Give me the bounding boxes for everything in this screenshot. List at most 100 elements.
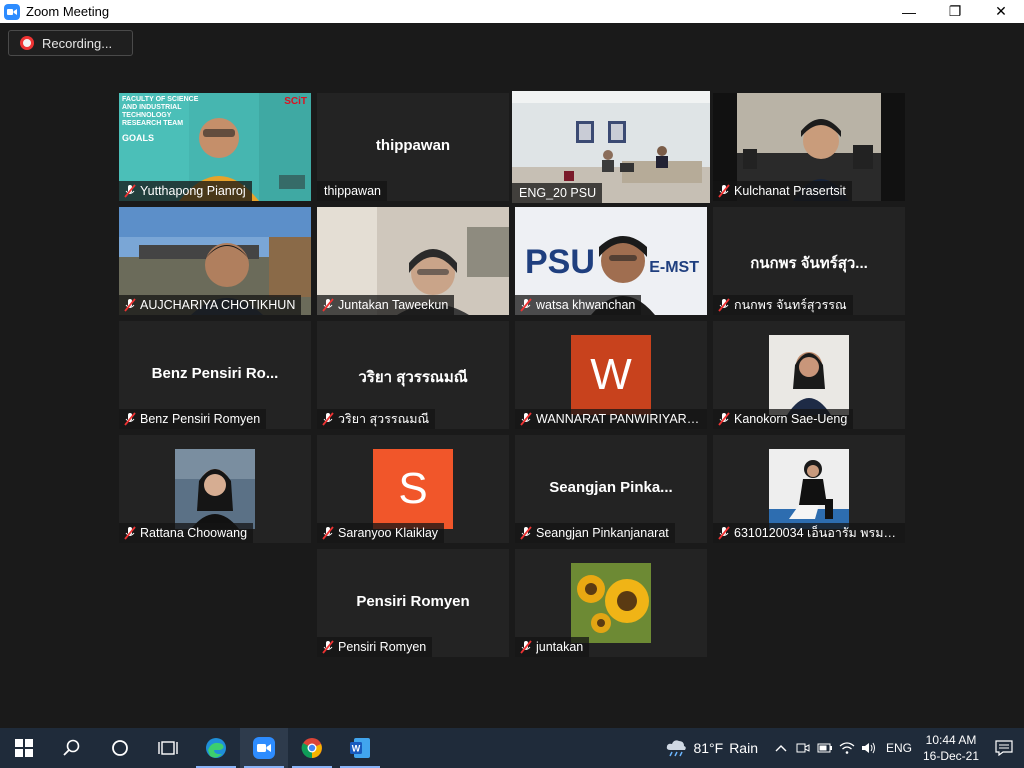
psu-banner-left: PSU — [525, 243, 595, 281]
participant-namebar: AUJCHARIYA CHOTIKHUN — [119, 295, 302, 315]
participant-name: AUJCHARIYA CHOTIKHUN — [140, 298, 296, 312]
weather-widget[interactable]: 81°F Rain — [665, 738, 758, 758]
wifi-icon — [839, 742, 855, 754]
participant-tile[interactable]: PSU E-MST watsa khwanchan — [515, 207, 707, 315]
show-hidden-icons-button[interactable] — [770, 728, 792, 768]
battery-tray-button[interactable] — [814, 728, 836, 768]
participant-tile[interactable]: Kanokorn Sae-Ueng — [713, 321, 905, 429]
muted-mic-icon — [717, 184, 731, 198]
participant-namebar: Saranyoo Klaiklay — [317, 523, 445, 543]
participant-tile[interactable]: Pensiri Romyen Pensiri Romyen — [317, 549, 509, 657]
participant-tile[interactable]: Benz Pensiri Ro... Benz Pensiri Romyen — [119, 321, 311, 429]
participant-tile[interactable]: AUJCHARIYA CHOTIKHUN — [119, 207, 311, 315]
participant-tile[interactable]: FACULTY OF SCIENCE AND INDUSTRIAL TECHNO… — [119, 93, 311, 201]
zoom-app-icon — [4, 3, 20, 20]
start-button[interactable] — [0, 728, 48, 768]
participant-display-name: Benz Pensiri Ro... — [151, 365, 279, 382]
slide-goals: GOALS — [122, 133, 155, 143]
system-tray: 81°F Rain ENG 10:44 AM 16-Dec-21 — [665, 728, 1024, 768]
participant-namebar: juntakan — [515, 637, 590, 657]
recording-label: Recording... — [42, 35, 113, 51]
camera-tray-button[interactable] — [792, 728, 814, 768]
slide-line: TECHNOLOGY — [122, 112, 172, 119]
muted-mic-icon — [519, 412, 533, 426]
participant-name: 6310120034 เอ็นอารัม พรมโน... — [734, 526, 899, 540]
search-icon — [63, 739, 80, 756]
muted-mic-icon — [519, 640, 533, 654]
participant-namebar: Yutthapong Pianroj — [119, 181, 252, 201]
wifi-tray-button[interactable] — [836, 728, 858, 768]
participant-tile[interactable]: S Saranyoo Klaiklay — [317, 435, 509, 543]
zoom-icon — [253, 737, 275, 759]
participant-tile[interactable]: วริยา สุวรรณมณี วริยา สุวรรณมณี — [317, 321, 509, 429]
participant-namebar: Juntakan Taweekun — [317, 295, 455, 315]
psu-banner-right: E-MST — [649, 259, 699, 276]
close-button[interactable]: ✕ — [978, 0, 1024, 23]
muted-mic-icon — [717, 526, 731, 540]
task-view-icon — [158, 741, 178, 755]
participant-name: Saranyoo Klaiklay — [338, 526, 439, 540]
participant-display-name: Pensiri Romyen — [356, 593, 470, 610]
rain-cloud-icon — [667, 740, 687, 757]
participant-name: Pensiri Romyen — [338, 640, 427, 654]
participant-tile[interactable]: Juntakan Taweekun — [317, 207, 509, 315]
participant-tile[interactable]: กนกพร จันทร์สุว... กนกพร จันทร์สุวรรณ — [713, 207, 905, 315]
notification-icon — [995, 740, 1013, 756]
zoom-taskbar-button[interactable] — [240, 728, 288, 768]
muted-mic-icon — [321, 526, 335, 540]
volume-tray-button[interactable] — [858, 728, 880, 768]
task-view-button[interactable] — [144, 728, 192, 768]
muted-mic-icon — [321, 412, 335, 426]
participant-namebar: thippawan — [317, 181, 387, 201]
slide-logo: SCiT — [284, 96, 307, 107]
window-title: Zoom Meeting — [26, 4, 110, 19]
maximize-button[interactable]: ❐ — [932, 0, 978, 23]
participant-tile[interactable]: 6310120034 เอ็นอารัม พรมโน... — [713, 435, 905, 543]
muted-mic-icon — [321, 298, 335, 312]
muted-mic-icon — [123, 526, 137, 540]
muted-mic-icon — [717, 412, 731, 426]
participant-display-name: กนกพร จันทร์สุว... — [750, 255, 868, 272]
participant-namebar: กนกพร จันทร์สุวรรณ — [713, 295, 853, 315]
chrome-taskbar-button[interactable] — [288, 728, 336, 768]
minimize-button[interactable]: — — [886, 0, 932, 23]
participant-name: Rattana Choowang — [140, 526, 248, 540]
participant-namebar: Seangjan Pinkanjanarat — [515, 523, 675, 543]
participant-tile[interactable]: thippawan thippawan — [317, 93, 509, 201]
notification-center-button[interactable] — [984, 728, 1024, 768]
participant-tile[interactable]: juntakan — [515, 549, 707, 657]
participant-tile[interactable]: Kulchanat Prasertsit — [713, 93, 905, 201]
participant-display-name: Seangjan Pinka... — [549, 479, 673, 496]
record-icon — [20, 36, 34, 50]
edge-taskbar-button[interactable] — [192, 728, 240, 768]
input-language[interactable]: ENG — [886, 741, 912, 755]
participant-namebar: ENG_20 PSU — [512, 183, 603, 203]
speaker-icon — [861, 742, 875, 754]
participant-tile[interactable]: Rattana Choowang — [119, 435, 311, 543]
participant-name: WANNARAT PANWIRIYARAT — [536, 412, 701, 426]
participant-namebar: watsa khwanchan — [515, 295, 642, 315]
participant-name: Seangjan Pinkanjanarat — [536, 526, 669, 540]
participant-avatar — [571, 563, 651, 643]
participant-name: Benz Pensiri Romyen — [140, 412, 261, 426]
chrome-icon — [301, 738, 322, 759]
muted-mic-icon — [717, 298, 731, 312]
participant-namebar: 6310120034 เอ็นอารัม พรมโน... — [713, 523, 905, 543]
participant-name: Kulchanat Prasertsit — [734, 184, 846, 198]
muted-mic-icon — [123, 412, 137, 426]
search-button[interactable] — [48, 728, 96, 768]
clock-time: 10:44 AM — [925, 733, 977, 747]
participant-tile[interactable]: W WANNARAT PANWIRIYARAT — [515, 321, 707, 429]
participant-name: ENG_20 PSU — [519, 186, 597, 200]
participant-name: Yutthapong Pianroj — [140, 184, 246, 198]
cortana-button[interactable] — [96, 728, 144, 768]
slide-line: AND INDUSTRIAL — [122, 104, 182, 111]
recording-indicator[interactable]: Recording... — [8, 30, 133, 56]
participant-name: กนกพร จันทร์สุวรรณ — [734, 298, 847, 312]
word-taskbar-button[interactable]: W — [336, 728, 384, 768]
taskbar-clock[interactable]: 10:44 AM 16-Dec-21 — [918, 732, 984, 764]
muted-mic-icon — [123, 184, 137, 198]
participant-tile-active-speaker[interactable]: ENG_20 PSU — [512, 91, 710, 203]
participant-namebar: Rattana Choowang — [119, 523, 254, 543]
participant-tile[interactable]: Seangjan Pinka... Seangjan Pinkanjanarat — [515, 435, 707, 543]
